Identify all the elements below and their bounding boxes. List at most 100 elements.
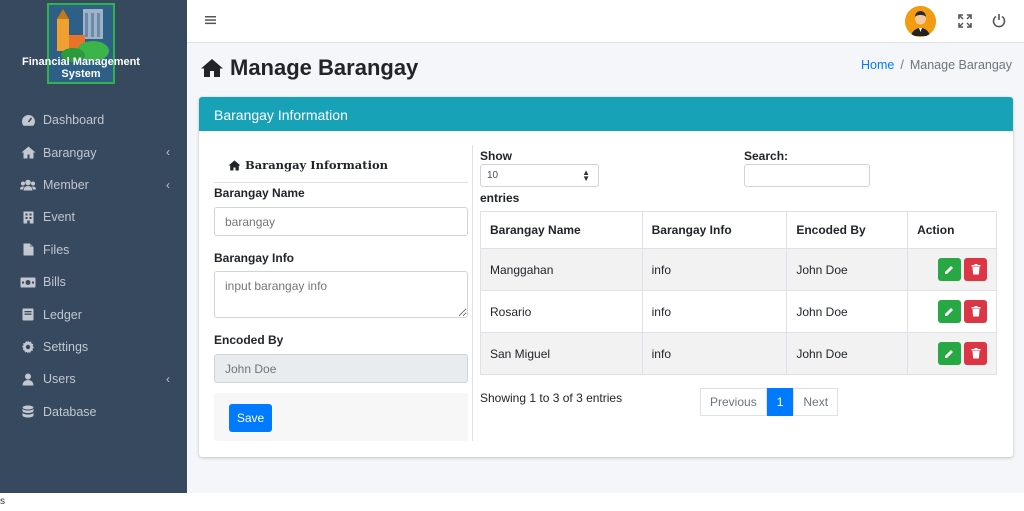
sidebar-item-bills[interactable]: Bills [0,266,187,298]
power-icon[interactable] [992,13,1006,28]
save-button[interactable]: Save [229,404,272,432]
brand-title-line1: Financial Management [22,56,140,68]
next-page-button[interactable]: Next [793,388,839,416]
pencil-icon [945,266,953,274]
search-input[interactable] [744,164,870,187]
form-title: Barangay Information [228,158,388,172]
sidebar-item-files[interactable]: Files [0,234,187,266]
column-header[interactable]: Barangay Info [641,211,788,249]
page-button-current[interactable]: 1 [766,388,794,416]
user-icon [20,372,36,386]
brand-title: Financial Management System [0,56,162,80]
top-navbar [187,0,1024,43]
brand[interactable]: Financial Management System [0,0,187,92]
trash-icon [971,264,980,275]
cell-encoded-by: John Doe [786,248,909,291]
cell-actions [907,332,997,375]
column-header[interactable]: Action [907,211,997,249]
cell-actions [907,290,997,333]
cell-barangay-info: info [641,332,788,375]
table-summary: Showing 1 to 3 of 3 entries [480,391,623,405]
chevron-left-icon: ‹ [166,177,170,192]
cell-encoded-by: John Doe [786,290,909,333]
barangay-info-label: Barangay Info [214,251,295,265]
edit-button[interactable] [938,258,961,281]
barangay-info-textarea[interactable] [214,271,468,318]
sidebar-item-dashboard[interactable]: Dashboard [0,104,187,136]
column-header[interactable]: Encoded By [786,211,909,249]
sidebar-item-label: Users [43,372,76,387]
pencil-icon [945,308,953,316]
form-footer: Save [214,393,468,441]
delete-button[interactable] [964,342,987,365]
money-icon [20,275,36,289]
sidebar-item-event[interactable]: Event [0,201,187,233]
sidebar: Financial Management System Dashboard Ba… [0,0,187,493]
page-title: Manage Barangay [200,55,418,81]
form-title-text: Barangay Information [245,158,388,172]
sidebar-item-settings[interactable]: Settings [0,331,187,363]
cell-barangay-name: San Miguel [480,332,643,375]
database-icon [20,405,36,419]
cell-barangay-info: info [641,248,788,291]
users-icon [20,178,36,192]
table-header-row: Barangay Name Barangay Info Encoded By A… [480,211,997,249]
previous-page-button[interactable]: Previous [700,388,767,416]
sidebar-item-label: Dashboard [43,113,105,128]
dashboard-icon [20,113,36,127]
sidebar-item-label: Bills [43,275,66,290]
barangay-name-input[interactable] [214,207,468,236]
cell-encoded-by: John Doe [786,332,909,375]
sidebar-item-label: Files [43,242,70,257]
brand-title-line2: System [61,68,101,80]
column-header[interactable]: Barangay Name [480,211,643,249]
book-icon [20,308,36,322]
sidebar-item-label: Database [43,404,97,419]
delete-button[interactable] [964,258,987,281]
page-size-value: 10 [487,170,499,181]
menu-toggle-icon[interactable] [205,13,217,27]
barangay-card: Barangay Information Barangay Informatio… [199,97,1013,457]
sidebar-item-users[interactable]: Users ‹ [0,363,187,395]
sidebar-item-label: Ledger [43,307,82,322]
sidebar-item-label: Event [43,210,75,225]
app-shell: Financial Management System Dashboard Ba… [0,0,1024,493]
barangay-name-label: Barangay Name [214,186,305,200]
cell-actions [907,248,997,291]
file-icon [20,243,36,257]
sidebar-item-label: Member [43,177,89,192]
breadcrumb-separator: / [900,58,904,72]
sidebar-item-label: Settings [43,339,89,354]
home-icon [228,160,241,171]
pencil-icon [945,350,953,358]
trash-icon [971,348,980,359]
sidebar-item-member[interactable]: Member ‹ [0,169,187,201]
pagination: Previous 1 Next [700,388,839,416]
card-header: Barangay Information [199,97,1013,131]
page-size-select[interactable]: 10 ▲ ▼ [480,164,599,187]
cell-barangay-name: Rosario [480,290,643,333]
sidebar-item-ledger[interactable]: Ledger [0,298,187,330]
building-icon [20,210,36,224]
edit-button[interactable] [938,300,961,323]
encoded-by-label: Encoded By [214,333,284,347]
gear-icon [20,340,36,354]
breadcrumb-home-link[interactable]: Home [861,58,894,72]
cell-barangay-info: info [641,290,788,333]
table-row: Manggahan info John Doe [480,248,997,291]
sidebar-item-barangay[interactable]: Barangay ‹ [0,136,187,168]
edit-button[interactable] [938,342,961,365]
breadcrumb: Home / Manage Barangay [861,58,1012,72]
divider [472,145,473,441]
chevron-left-icon: ‹ [166,145,170,160]
fullscreen-icon[interactable] [958,14,972,28]
sidebar-nav: Dashboard Barangay ‹ Member ‹ Event File… [0,104,187,428]
breadcrumb-current: Manage Barangay [909,58,1012,72]
avatar[interactable] [905,6,936,37]
sidebar-item-database[interactable]: Database [0,396,187,428]
table-row: Rosario info John Doe [480,290,997,333]
home-icon [200,58,224,78]
table-row: San Miguel info John Doe [480,332,997,375]
delete-button[interactable] [964,300,987,323]
home-icon [20,146,36,160]
